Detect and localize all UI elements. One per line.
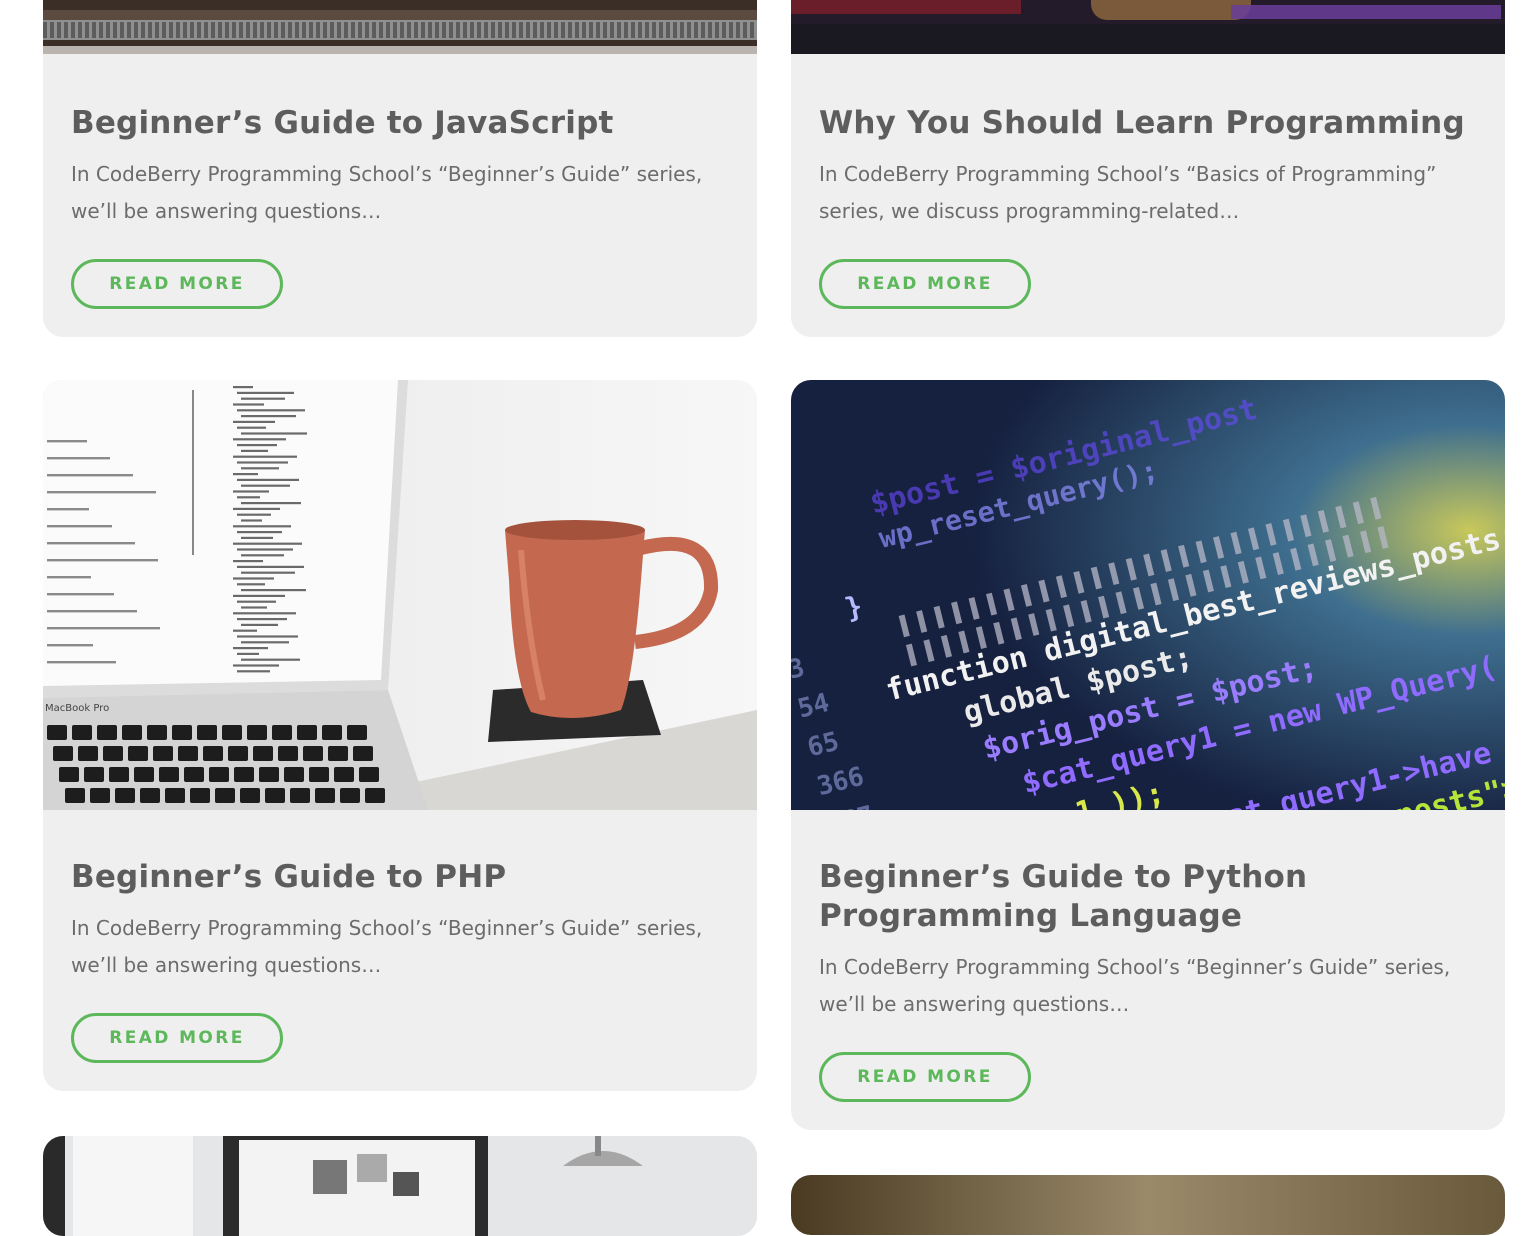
read-more-button[interactable]: READ MORE: [819, 259, 1031, 309]
post-image[interactable]: [43, 0, 757, 54]
post-card: $post = $original_post wp_reset_query();…: [791, 380, 1505, 1130]
post-card: MacBook Pro Beginner’s Guide to PHP In C…: [43, 380, 757, 1091]
post-card: [43, 1136, 757, 1236]
post-card: Beginner’s Guide to JavaScript In CodeBe…: [43, 0, 757, 337]
post-excerpt: In CodeBerry Programming School’s “Begin…: [71, 162, 703, 223]
read-more-button[interactable]: READ MORE: [71, 1013, 283, 1063]
post-image[interactable]: MacBook Pro: [43, 380, 757, 810]
read-more-button[interactable]: READ MORE: [71, 259, 283, 309]
read-more-button[interactable]: READ MORE: [819, 1052, 1031, 1102]
post-excerpt: In CodeBerry Programming School’s “Basic…: [819, 162, 1437, 223]
post-title[interactable]: Beginner’s Guide to Python Programming L…: [819, 858, 1479, 936]
post-excerpt: In CodeBerry Programming School’s “Begin…: [71, 916, 703, 977]
post-title[interactable]: Beginner’s Guide to PHP: [71, 858, 731, 897]
post-image[interactable]: $post = $original_post wp_reset_query();…: [791, 380, 1505, 810]
post-title[interactable]: Why You Should Learn Programming: [819, 104, 1479, 143]
post-title[interactable]: Beginner’s Guide to JavaScript: [71, 104, 731, 143]
post-card: [791, 1175, 1505, 1235]
post-image[interactable]: [43, 1136, 757, 1236]
laptop-label: MacBook Pro: [45, 703, 109, 714]
post-card: Why You Should Learn Programming In Code…: [791, 0, 1505, 337]
post-image[interactable]: [791, 0, 1505, 54]
post-excerpt: In CodeBerry Programming School’s “Begin…: [819, 955, 1451, 1016]
post-image[interactable]: [791, 1175, 1505, 1235]
